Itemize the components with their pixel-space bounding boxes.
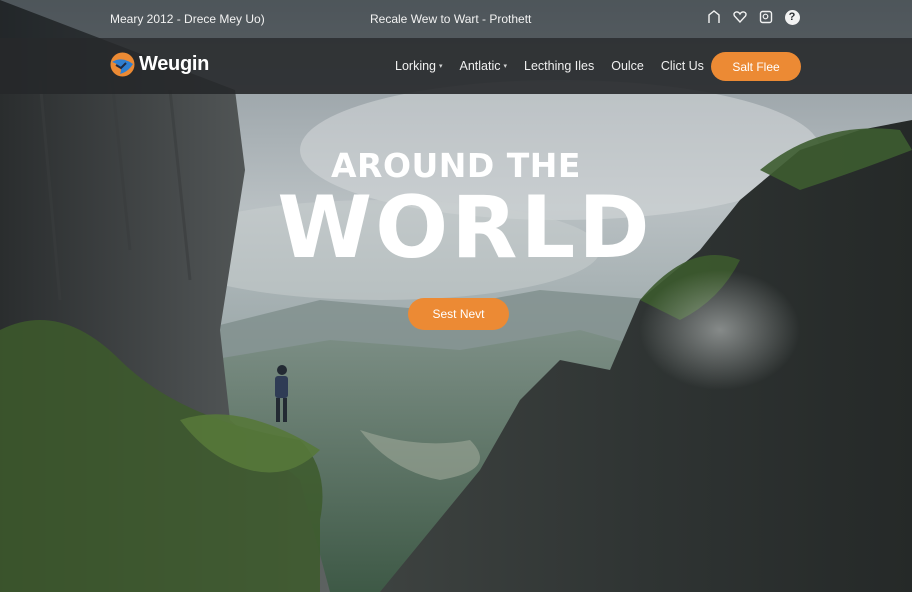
chevron-down-icon: ▾ [439, 63, 443, 70]
nav-cta-button[interactable]: Salt Flee [711, 52, 801, 81]
hero-cta-button[interactable]: Sest Nevt [408, 298, 509, 330]
hero-title: WORLD [277, 178, 653, 278]
primary-nav: Lorking ▾ Antlatic ▾ Lecthing Iles Oulce… [395, 59, 704, 73]
top-utility-bar: Meary 2012 - Drece Mey Uo) Recale Wew to… [0, 0, 912, 38]
brand-name: Weugin [139, 53, 210, 75]
nav-item-label: Clict Us [660, 59, 704, 73]
topbar-left-text: Meary 2012 - Drece Mey Uo) [110, 12, 265, 26]
logo-mark-icon [110, 52, 135, 77]
nav-item-lecthing-iles[interactable]: Lecthing Iles [524, 59, 594, 73]
nav-item-oulce[interactable]: Oulce [611, 59, 644, 73]
nav-item-lorking[interactable]: Lorking ▾ [395, 59, 443, 73]
heart-icon[interactable] [732, 9, 748, 25]
help-icon[interactable]: ? [784, 9, 800, 25]
nav-item-label: Lecthing Iles [524, 59, 595, 73]
search-icon[interactable] [758, 9, 774, 25]
home-icon[interactable] [706, 9, 722, 25]
nav-item-clict-us[interactable]: Clict Us [661, 59, 704, 73]
nav-item-label: Antlatic [459, 59, 501, 73]
nav-item-label: Lorking [395, 59, 436, 73]
nav-item-antlatic[interactable]: Antlatic ▾ [460, 59, 508, 73]
nav-item-label: Oulce [611, 59, 644, 73]
main-navbar: Weugin Lorking ▾ Antlatic ▾ Lecthing Ile… [0, 38, 912, 94]
brand-logo[interactable]: Weugin [110, 52, 209, 77]
chevron-down-icon: ▾ [503, 63, 508, 70]
topbar-icons: ? [706, 9, 800, 25]
topbar-center-text: Recale Wew to Wart - Prothett [370, 12, 532, 26]
help-glyph: ? [784, 9, 800, 25]
